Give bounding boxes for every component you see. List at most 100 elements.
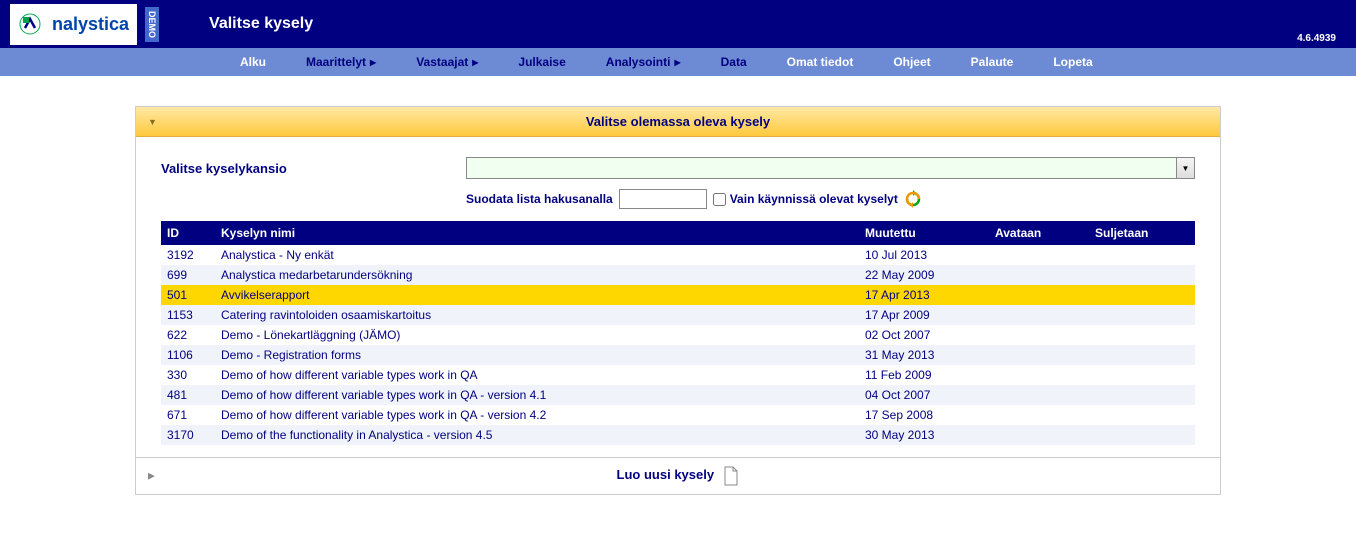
logo-text: nalystica [50,8,137,41]
cell-closes [1095,428,1195,442]
col-header-opens[interactable]: Avataan [995,226,1095,240]
table-row[interactable]: 3170Demo of the functionality in Analyst… [161,425,1195,445]
table-row[interactable]: 1153Catering ravintoloiden osaamiskartoi… [161,305,1195,325]
table-row[interactable]: 622Demo - Lönekartläggning (JÄMO)02 Oct … [161,325,1195,345]
cell-opens [995,348,1095,362]
cell-name: Catering ravintoloiden osaamiskartoitus [221,308,865,322]
create-survey-panel[interactable]: ▶ Luo uusi kysely [135,458,1221,495]
cell-opens [995,388,1095,402]
col-header-name[interactable]: Kyselyn nimi [221,226,865,240]
cell-name: Analystica - Ny enkät [221,248,865,262]
col-header-modified[interactable]: Muutettu [865,226,995,240]
table-row[interactable]: 501Avvikelserapport17 Apr 2013 [161,285,1195,305]
cell-modified: 02 Oct 2007 [865,328,995,342]
cell-id: 3170 [161,428,221,442]
table-row[interactable]: 671Demo of how different variable types … [161,405,1195,425]
folder-select[interactable]: ▼ [466,157,1195,179]
logo[interactable]: nalystica DEMO [10,4,159,45]
cell-id: 622 [161,328,221,342]
table-row[interactable]: 3192Analystica - Ny enkät10 Jul 2013 [161,245,1195,265]
nav-item-analysointi[interactable]: Analysointi▶ [606,55,681,69]
nav-item-alku[interactable]: Alku [240,55,266,69]
cell-id: 1153 [161,308,221,322]
cell-id: 481 [161,388,221,402]
cell-opens [995,308,1095,322]
nav-item-maarittelyt[interactable]: Maarittelyt▶ [306,55,376,69]
table-row[interactable]: 481Demo of how different variable types … [161,385,1195,405]
filter-input[interactable] [619,189,707,209]
document-icon [723,466,739,486]
cell-opens [995,428,1095,442]
panel-header-existing[interactable]: ▼ Valitse olemassa oleva kysely [136,107,1220,137]
folder-label: Valitse kyselykansio [161,161,466,176]
cell-name: Demo of the functionality in Analystica … [221,428,865,442]
running-only-label: Vain käynnissä olevat kyselyt [730,192,898,206]
cell-name: Demo of how different variable types wor… [221,388,865,402]
cell-modified: 22 May 2009 [865,268,995,282]
logo-icon [16,10,44,38]
cell-opens [995,288,1095,302]
cell-modified: 30 May 2013 [865,428,995,442]
chevron-down-icon: ▼ [148,117,157,127]
col-header-id[interactable]: ID [161,226,221,240]
submenu-arrow-icon: ▶ [472,58,478,67]
table-row[interactable]: 699Analystica medarbetarundersökning22 M… [161,265,1195,285]
cell-name: Demo - Registration forms [221,348,865,362]
cell-name: Avvikelserapport [221,288,865,302]
cell-opens [995,408,1095,422]
cell-closes [1095,328,1195,342]
existing-survey-panel: ▼ Valitse olemassa oleva kysely Valitse … [135,106,1221,458]
demo-badge: DEMO [145,7,159,42]
table-row[interactable]: 330Demo of how different variable types … [161,365,1195,385]
cell-closes [1095,348,1195,362]
cell-closes [1095,408,1195,422]
version-label: 4.6.4939 [1297,33,1336,44]
nav-item-lopeta[interactable]: Lopeta [1053,55,1092,69]
dropdown-arrow-icon[interactable]: ▼ [1176,158,1194,178]
table-row[interactable]: 1106Demo - Registration forms31 May 2013 [161,345,1195,365]
cell-modified: 17 Sep 2008 [865,408,995,422]
cell-modified: 17 Apr 2009 [865,308,995,322]
cell-id: 3192 [161,248,221,262]
header-bar: nalystica DEMO Valitse kysely 4.6.4939 [0,0,1356,48]
refresh-icon[interactable] [904,190,922,208]
nav-item-ohjeet[interactable]: Ohjeet [893,55,930,69]
cell-opens [995,248,1095,262]
panel-title: Valitse olemassa oleva kysely [586,114,770,129]
cell-id: 501 [161,288,221,302]
table-header: ID Kyselyn nimi Muutettu Avataan Suljeta… [161,221,1195,245]
cell-id: 1106 [161,348,221,362]
cell-opens [995,268,1095,282]
cell-id: 671 [161,408,221,422]
nav-item-vastaajat[interactable]: Vastaajat▶ [416,55,478,69]
survey-table: ID Kyselyn nimi Muutettu Avataan Suljeta… [161,221,1195,445]
cell-id: 330 [161,368,221,382]
col-header-closes[interactable]: Suljetaan [1095,226,1195,240]
cell-closes [1095,308,1195,322]
cell-name: Demo - Lönekartläggning (JÄMO) [221,328,865,342]
nav-item-palaute[interactable]: Palaute [971,55,1014,69]
cell-opens [995,368,1095,382]
cell-closes [1095,248,1195,262]
cell-modified: 11 Feb 2009 [865,368,995,382]
submenu-arrow-icon: ▶ [674,58,680,67]
submenu-arrow-icon: ▶ [370,58,376,67]
cell-opens [995,328,1095,342]
table-body: 3192Analystica - Ny enkät10 Jul 2013699A… [161,245,1195,445]
cell-modified: 10 Jul 2013 [865,248,995,262]
nav-item-julkaise[interactable]: Julkaise [518,55,565,69]
cell-name: Demo of how different variable types wor… [221,408,865,422]
cell-closes [1095,388,1195,402]
cell-closes [1095,368,1195,382]
cell-modified: 31 May 2013 [865,348,995,362]
nav-item-omat-tiedot[interactable]: Omat tiedot [787,55,854,69]
page-title: Valitse kysely [209,15,313,33]
running-only-checkbox[interactable] [713,193,726,206]
cell-closes [1095,268,1195,282]
cell-modified: 04 Oct 2007 [865,388,995,402]
chevron-right-icon: ▶ [148,471,155,482]
nav-item-data[interactable]: Data [721,55,747,69]
cell-name: Demo of how different variable types wor… [221,368,865,382]
cell-modified: 17 Apr 2013 [865,288,995,302]
cell-name: Analystica medarbetarundersökning [221,268,865,282]
